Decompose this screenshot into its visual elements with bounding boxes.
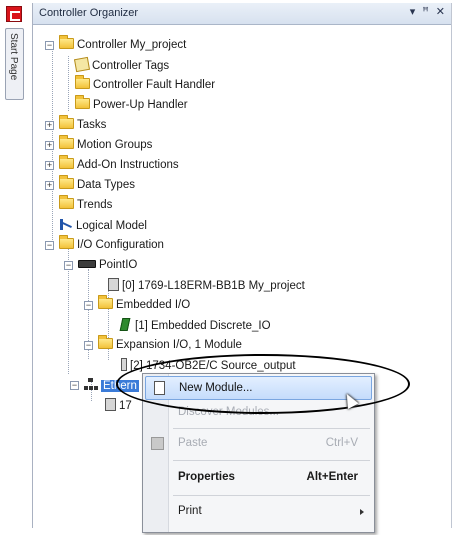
rack-icon	[78, 259, 96, 268]
tree-item-label: Tasks	[77, 119, 107, 131]
expand-icon[interactable]: +	[45, 141, 54, 150]
tree-item-controller[interactable]: − Controller My_project	[45, 35, 187, 55]
tree-item-logical-model[interactable]: Logical Model	[59, 218, 147, 235]
pin-icon[interactable]: ꟸ	[422, 5, 428, 18]
collapse-icon[interactable]: −	[84, 301, 93, 310]
folder-icon	[59, 115, 74, 130]
collapse-icon[interactable]: −	[45, 41, 54, 50]
tree-item-label: Ethern	[101, 379, 139, 392]
tree-item-label: Controller Fault Handler	[93, 79, 216, 91]
module-icon	[105, 398, 116, 411]
title-controls: ▾ ꟸ ✕	[406, 5, 445, 18]
folder-icon	[59, 135, 74, 150]
module-icon	[121, 358, 127, 371]
tree-item-embedded-io[interactable]: − Embedded I/O	[84, 295, 191, 315]
tree-item-pointio[interactable]: − PointIO	[64, 258, 137, 275]
tree-item-ethernet-child[interactable]: 17	[105, 398, 132, 415]
tree-item-expansion-io[interactable]: − Expansion I/O, 1 Module	[84, 335, 242, 355]
module-icon	[108, 278, 119, 291]
menu-separator	[173, 495, 370, 496]
tree-item-controller-module[interactable]: [0] 1769-L18ERM-BB1B My_project	[108, 278, 305, 295]
folder-icon	[59, 235, 74, 250]
tree-item-add-on-instructions[interactable]: + Add-On Instructions	[45, 155, 179, 175]
menu-separator	[173, 428, 370, 429]
tag-icon	[73, 56, 91, 73]
tree-item-trends[interactable]: Trends	[59, 195, 113, 215]
tree-item-controller-tags[interactable]: Controller Tags	[73, 56, 170, 75]
close-icon[interactable]: ✕	[436, 5, 445, 18]
tree-item-embedded-discrete-io[interactable]: [1] Embedded Discrete_IO	[119, 318, 271, 335]
folder-icon	[59, 195, 74, 210]
context-menu: New Module... Discover Modules... Paste …	[142, 373, 375, 533]
folder-icon	[59, 175, 74, 190]
panel-titlebar: Controller Organizer ▾ ꟸ ✕	[33, 3, 451, 25]
tree-item-label: Add-On Instructions	[77, 159, 179, 171]
tree-line	[68, 56, 69, 111]
tree-item-label: Expansion I/O, 1 Module	[116, 339, 242, 351]
new-module-icon	[154, 381, 165, 395]
tree-item-label: Trends	[77, 199, 113, 211]
menu-item-label: Discover Modules...	[178, 406, 279, 418]
folder-icon	[59, 155, 74, 170]
submenu-arrow-icon	[360, 509, 364, 515]
dropdown-icon[interactable]: ▾	[410, 5, 416, 18]
folder-icon	[98, 335, 113, 350]
menu-item-label: Paste	[178, 437, 208, 449]
collapse-icon[interactable]: −	[64, 261, 73, 270]
folder-icon	[59, 35, 74, 50]
menu-item-discover-modules[interactable]: Discover Modules...	[145, 401, 372, 425]
tree-item-label: Controller Tags	[92, 59, 170, 72]
start-page-tab-label: Start Page	[8, 33, 19, 81]
tree-item-tasks[interactable]: + Tasks	[45, 115, 107, 135]
tree-item-io-configuration[interactable]: − I/O Configuration	[45, 235, 164, 255]
menu-item-label: Properties	[178, 471, 235, 483]
tree-item-label: [0] 1769-L18ERM-BB1B My_project	[122, 279, 305, 292]
collapse-icon[interactable]: −	[84, 341, 93, 350]
folder-icon	[75, 75, 90, 90]
menu-item-properties[interactable]: Properties Alt+Enter	[145, 466, 372, 490]
tree-item-label: Logical Model	[76, 219, 147, 232]
collapse-icon[interactable]: −	[45, 241, 54, 250]
tree-item-power-up-handler[interactable]: Power-Up Handler	[75, 95, 188, 115]
tree-item-label: [2] 1734-OB2E/C Source_output	[130, 359, 296, 372]
tree-item-label: I/O Configuration	[77, 239, 164, 251]
tree-item-ethernet[interactable]: − Ethern	[70, 378, 139, 395]
green-module-icon	[119, 318, 131, 331]
menu-item-print[interactable]: Print	[145, 500, 372, 524]
tree-item-label: Embedded I/O	[116, 299, 191, 311]
panel-title: Controller Organizer	[39, 7, 139, 19]
tree-item-label: Power-Up Handler	[93, 99, 188, 111]
tree-item-label: [1] Embedded Discrete_IO	[135, 319, 271, 332]
expand-icon[interactable]: +	[45, 161, 54, 170]
folder-icon	[98, 295, 113, 310]
menu-item-shortcut: Alt+Enter	[306, 471, 358, 483]
menu-item-new-module[interactable]: New Module...	[145, 376, 372, 400]
menu-item-shortcut: Ctrl+V	[325, 437, 358, 449]
menu-item-label: New Module...	[179, 382, 253, 394]
tree-item-motion-groups[interactable]: + Motion Groups	[45, 135, 153, 155]
tree-item-label: Controller My_project	[77, 39, 187, 51]
expand-icon[interactable]: +	[45, 121, 54, 130]
collapse-icon[interactable]: −	[70, 381, 79, 390]
tree-item-label: Motion Groups	[77, 139, 153, 151]
folder-icon	[75, 95, 90, 110]
tree-item-fault-handler[interactable]: Controller Fault Handler	[75, 75, 216, 95]
logical-model-icon	[59, 218, 73, 231]
menu-item-paste[interactable]: Paste Ctrl+V	[145, 432, 372, 456]
paste-icon	[151, 437, 164, 450]
menu-separator	[173, 460, 370, 461]
tree-item-label: 17	[119, 399, 132, 412]
app-logo-icon	[6, 6, 22, 22]
left-strip: Start Page	[0, 0, 32, 535]
network-icon	[84, 378, 98, 391]
tree-item-label: PointIO	[99, 259, 138, 271]
tree-item-label: Data Types	[77, 179, 135, 191]
menu-item-label: Print	[178, 505, 202, 517]
expand-icon[interactable]: +	[45, 181, 54, 190]
tree-item-data-types[interactable]: + Data Types	[45, 175, 135, 195]
start-page-tab[interactable]: Start Page	[5, 28, 24, 100]
